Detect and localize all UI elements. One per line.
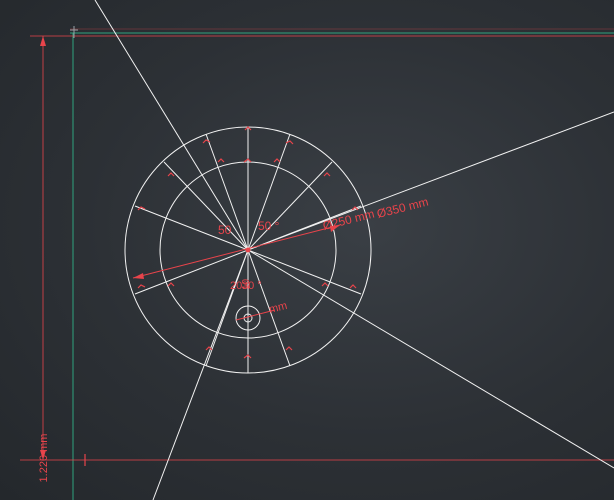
angle-right-label[interactable]: 50 ° (258, 219, 280, 233)
angle-left-label[interactable]: 50 (218, 223, 232, 237)
radius-small-label[interactable]: 10 (241, 278, 252, 290)
construction-lines (94, 0, 614, 500)
vertical-dimension-label[interactable]: 1.220 mm (38, 434, 50, 483)
center-point[interactable] (245, 247, 251, 253)
cad-viewport[interactable]: 1.220 mm Ø250 mm Ø350 mm 50 50 ° 20 30 °… (0, 0, 614, 500)
dimension-arrow-left-icon (133, 273, 144, 279)
diameter-dimension-line (132, 224, 341, 279)
dimension-arrow-top-icon (40, 36, 46, 46)
drawing-canvas[interactable]: 1.220 mm Ø250 mm Ø350 mm 50 50 ° 20 30 °… (0, 0, 614, 500)
small-circle-label[interactable]: mm (268, 300, 289, 316)
